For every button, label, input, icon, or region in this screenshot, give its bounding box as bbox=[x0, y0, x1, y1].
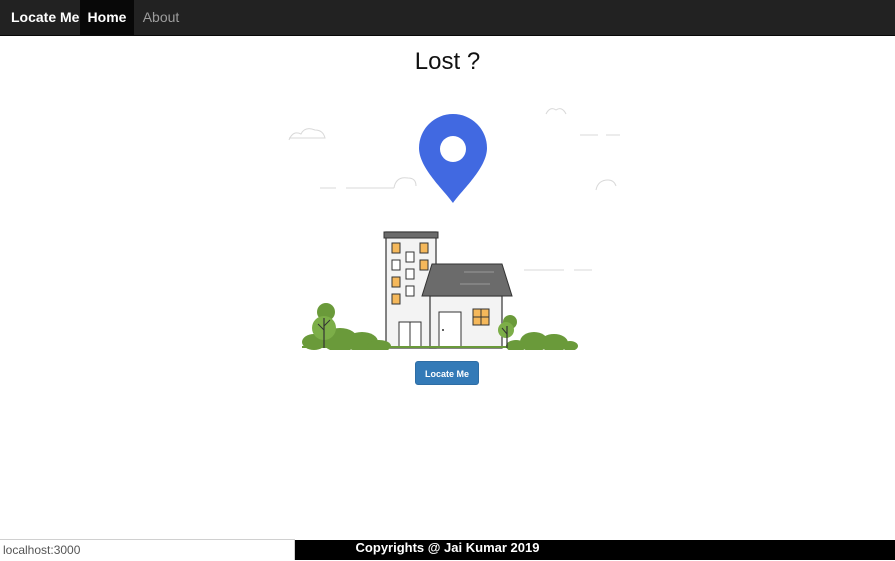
locate-me-button[interactable]: Locate Me bbox=[415, 361, 479, 385]
navbar-brand[interactable]: Locate Me bbox=[0, 0, 90, 36]
location-pin-icon bbox=[419, 114, 487, 203]
lost-illustration bbox=[288, 108, 620, 350]
house bbox=[421, 263, 513, 349]
nav-item-home[interactable]: Home bbox=[80, 0, 134, 35]
top-navbar: Locate Me Home About bbox=[0, 0, 895, 36]
page-title: Lost ? bbox=[414, 48, 481, 75]
status-bar-url: localhost:3000 bbox=[0, 539, 295, 560]
nav-item-about[interactable]: About bbox=[134, 0, 188, 35]
